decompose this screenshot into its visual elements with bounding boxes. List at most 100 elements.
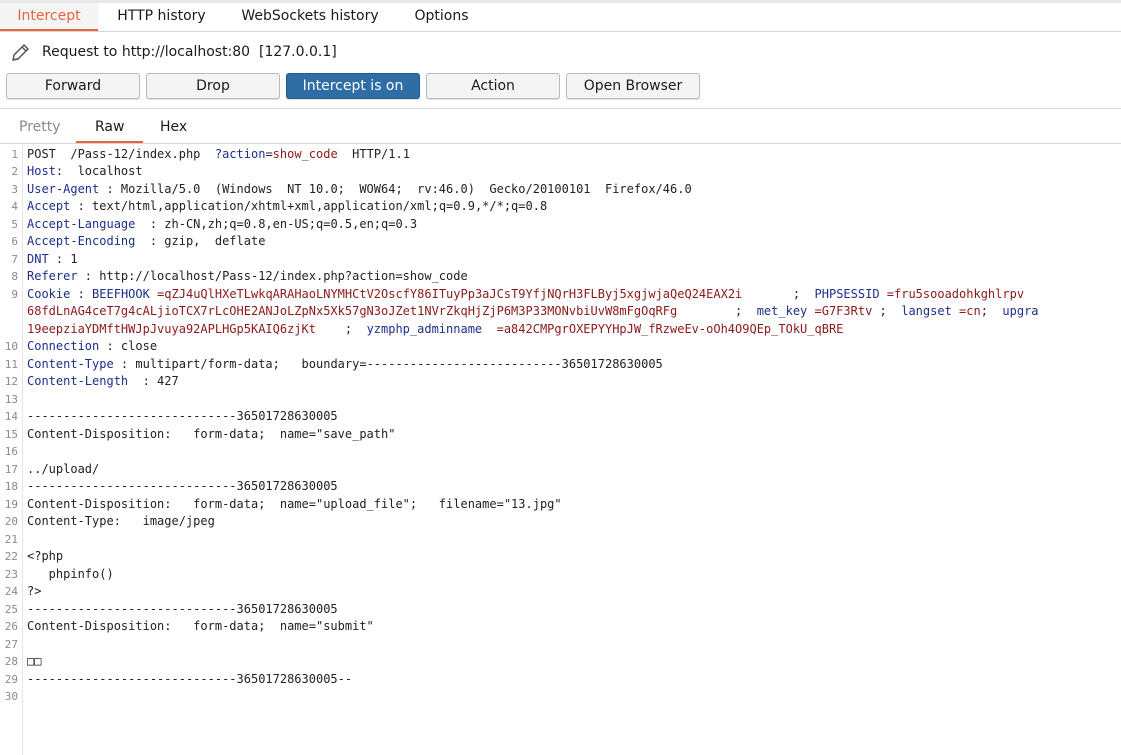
cookie-value: =fru5sooadohkghlrpv (879, 287, 1025, 301)
query-mark: ? (214, 147, 223, 161)
tab-raw[interactable]: Raw (95, 119, 124, 135)
tab-options[interactable]: Options (395, 3, 488, 29)
cookie-name: langset (901, 304, 952, 318)
code-line: ?> (27, 584, 42, 598)
tab-http-history[interactable]: HTTP history (98, 3, 225, 29)
request-editor[interactable]: 1 2 3 4 5 6 7 8 9 10 11 12 13 14 15 16 1… (0, 144, 1121, 755)
header-key: Connection (27, 339, 100, 353)
header-value: : gzip, deflate (135, 234, 266, 248)
header-sep: : (70, 287, 93, 301)
request-info-bar: Request to http://localhost:80 [127.0.0.… (0, 36, 1121, 68)
param-value: show_code (272, 147, 338, 161)
line-number: 2 (11, 165, 18, 178)
header-key: Cookie (27, 287, 71, 301)
code-line: Referer : http://localhost/Pass-12/index… (27, 269, 468, 283)
header-key: Content-Length (27, 374, 129, 388)
header-key: Accept-Language (27, 217, 136, 231)
line-number: 6 (11, 235, 18, 248)
code-line: -----------------------------36501728630… (27, 409, 338, 423)
message-view-tabs: Pretty Raw Hex (0, 108, 1121, 144)
line-number-gutter: 1 2 3 4 5 6 7 8 9 10 11 12 13 14 15 16 1… (0, 144, 23, 755)
header-value: : Mozilla/5.0 (Windows NT 10.0; WOW64; r… (99, 182, 692, 196)
line-number: 26 (4, 620, 18, 633)
param-name: action (222, 147, 266, 161)
header-value: : 427 (128, 374, 179, 388)
request-method-path: POST /Pass-12/index.php (27, 147, 215, 161)
line-number: 1 (11, 148, 18, 161)
line-number: 28 (4, 655, 18, 668)
cookie-sep: ; (315, 322, 367, 336)
proxy-tab-bar: Intercept HTTP history WebSockets histor… (0, 3, 1121, 32)
cookie-name: met_key (756, 304, 808, 318)
code-line-wrap: 68fdLnAG4ceT7g4cALjioTCX7rLcOHE2ANJoLZpN… (27, 304, 1039, 318)
code-line: ../upload/ (27, 462, 100, 476)
code-line: Connection : close (27, 339, 157, 353)
header-key: DNT (27, 252, 49, 266)
code-line: <?php (27, 549, 64, 563)
cookie-name: yzmphp_adminname (366, 322, 483, 336)
code-line: Accept-Language : zh-CN,zh;q=0.8,en-US;q… (27, 217, 417, 231)
line-number: 9 (11, 288, 18, 301)
code-line: □□ (27, 654, 42, 668)
line-number: 21 (4, 533, 18, 546)
code-line: Content-Disposition: form-data; name="sa… (27, 427, 396, 441)
code-line: -----------------------------36501728630… (27, 479, 338, 493)
code-line: phpinfo() (27, 567, 114, 581)
tab-intercept[interactable]: Intercept (0, 3, 98, 31)
cookie-sep: ; (677, 304, 757, 318)
line-number: 22 (4, 550, 18, 563)
code-line: POST /Pass-12/index.php ?action=show_cod… (27, 147, 410, 161)
cookie-value: =a842CMPgrOXEPYYHpJW_fRzweEv-oOh4O9QEp_T… (482, 322, 844, 336)
header-key: Referer (27, 269, 78, 283)
code-line: Content-Type: image/jpeg (27, 514, 215, 528)
cookie-value: 68fdLnAG4ceT7g4cALjioTCX7rLcOHE2ANJoLZpN… (27, 304, 678, 318)
action-button[interactable]: Action (426, 73, 560, 99)
header-value: : multipart/form-data; boundary=--------… (113, 357, 663, 371)
code-line: Accept-Encoding : gzip, deflate (27, 234, 265, 248)
forward-button[interactable]: Forward (6, 73, 140, 99)
header-value: : zh-CN,zh;q=0.8,en-US;q=0.5,en;q=0.3 (135, 217, 418, 231)
line-number: 27 (4, 638, 18, 651)
open-browser-button[interactable]: Open Browser (566, 73, 700, 99)
cookie-name: upgra (1002, 304, 1039, 318)
code-line: Content-Length : 427 (27, 374, 179, 388)
line-number: 19 (4, 498, 18, 511)
line-number: 18 (4, 480, 18, 493)
line-number: 12 (4, 375, 18, 388)
code-line-wrap: 19eepziaYDMftHWJpJvuya92APLHGp5KAIQ6zjKt… (27, 322, 843, 336)
code-line: Accept : text/html,application/xhtml+xml… (27, 199, 547, 213)
cookie-sep: ; (742, 287, 815, 301)
line-number: 7 (11, 253, 18, 266)
http-version: HTTP/1.1 (337, 147, 410, 161)
header-value: : close (99, 339, 158, 353)
line-number: 3 (11, 183, 18, 196)
tab-websockets-history[interactable]: WebSockets history (225, 3, 395, 29)
code-line: DNT : 1 (27, 252, 78, 266)
line-number: 16 (4, 445, 18, 458)
cookie-value: =qZJ4uQlHXeTLwkqARAHaoLNYMHCtV2OscfY86IT… (149, 287, 743, 301)
code-line: -----------------------------36501728630… (27, 672, 353, 686)
intercept-toggle-button[interactable]: Intercept is on (286, 73, 420, 99)
header-key: Accept-Encoding (27, 234, 136, 248)
header-key: Accept (27, 199, 71, 213)
line-number: 20 (4, 515, 18, 528)
tab-pretty[interactable]: Pretty (19, 119, 61, 135)
header-key: Content-Type (27, 357, 114, 371)
cookie-value: =cn (951, 304, 981, 318)
tab-hex[interactable]: Hex (160, 119, 187, 135)
line-number: 23 (4, 568, 18, 581)
code-line: Content-Disposition: form-data; name="up… (27, 497, 562, 511)
line-number: 24 (4, 585, 18, 598)
code-line: User-Agent : Mozilla/5.0 (Windows NT 10.… (27, 182, 692, 196)
header-value: : localhost (55, 164, 143, 178)
header-value: : http://localhost/Pass-12/index.php?act… (77, 269, 468, 283)
line-number: 8 (11, 270, 18, 283)
code-line: Content-Type : multipart/form-data; boun… (27, 357, 663, 371)
line-number: 4 (11, 200, 18, 213)
pencil-icon (12, 44, 29, 61)
line-number: 29 (4, 673, 18, 686)
line-number: 11 (4, 358, 18, 371)
code-line: Cookie : BEEFHOOK =qZJ4uQlHXeTLwkqARAHao… (27, 287, 1024, 301)
cookie-name: PHPSESSID (814, 287, 880, 301)
drop-button[interactable]: Drop (146, 73, 280, 99)
